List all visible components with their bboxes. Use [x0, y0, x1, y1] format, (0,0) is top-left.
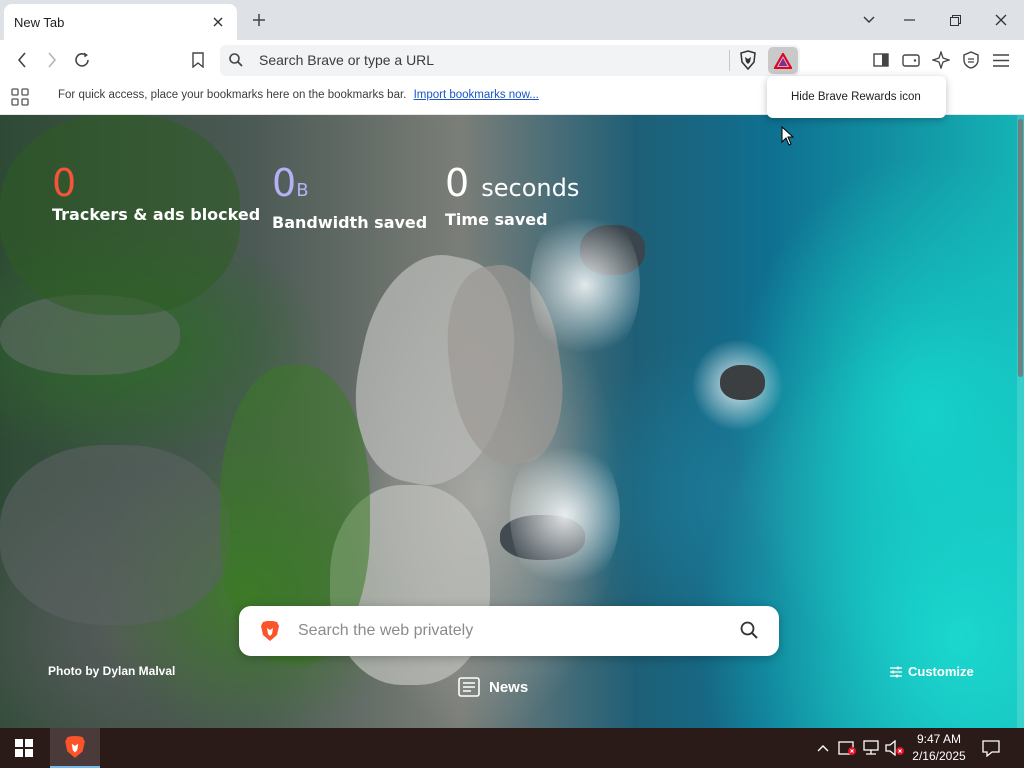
new-tab-page: 0 Trackers & ads blocked 0B Bandwidth sa… [0, 115, 1024, 728]
background-foam [530, 205, 640, 365]
scrollbar[interactable] [1017, 115, 1024, 728]
mouse-cursor-icon [781, 125, 795, 146]
time-label: Time saved [445, 210, 548, 229]
reload-button[interactable] [70, 48, 94, 72]
customize-label: Customize [908, 664, 974, 679]
bookmarks-hint-text: For quick access, place your bookmarks h… [58, 89, 407, 101]
brave-taskbar-app[interactable] [50, 728, 100, 768]
tab-strip: New Tab [0, 0, 1024, 40]
volume-muted-icon[interactable] [885, 738, 905, 758]
minimize-button[interactable] [886, 0, 932, 40]
bandwidth-count: 0 [272, 161, 297, 205]
bandwidth-stat: 0B Bandwidth saved [272, 163, 427, 232]
leo-ai-icon[interactable] [929, 48, 953, 72]
background-foam [510, 435, 620, 595]
photo-credit[interactable]: Photo by Dylan Malval [48, 664, 175, 678]
search-icon[interactable] [739, 620, 761, 642]
news-button[interactable]: News [458, 677, 528, 697]
web-search-box[interactable]: Search the web privately [239, 606, 779, 656]
trackers-label: Trackers & ads blocked [52, 205, 261, 224]
web-search-placeholder: Search the web privately [298, 622, 474, 639]
news-icon [458, 677, 480, 697]
taskbar-clock[interactable]: 9:47 AM 2/16/2025 [904, 731, 974, 765]
brave-logo-icon [260, 620, 280, 642]
bookmarks-hint: For quick access, place your bookmarks h… [58, 89, 539, 101]
close-tab-icon[interactable] [209, 13, 227, 31]
background-rock [0, 445, 230, 625]
bookmark-icon[interactable] [186, 48, 210, 72]
wallet-icon[interactable] [899, 48, 923, 72]
windows-logo-icon [15, 739, 33, 757]
apps-grid-icon[interactable] [11, 88, 29, 106]
time-unit: seconds [481, 174, 580, 202]
import-bookmarks-link[interactable]: Import bookmarks now... [414, 89, 539, 101]
vpn-icon[interactable] [959, 48, 983, 72]
scrollbar-thumb[interactable] [1018, 119, 1023, 377]
forward-button[interactable] [40, 48, 64, 72]
menu-icon[interactable] [989, 48, 1013, 72]
tab-title: New Tab [14, 14, 65, 30]
trackers-stat: 0 Trackers & ads blocked [52, 163, 260, 224]
clock-date: 2/16/2025 [912, 749, 966, 763]
close-window-button[interactable] [978, 0, 1024, 40]
time-count: 0 [445, 161, 470, 205]
network-icon[interactable] [861, 738, 881, 758]
settings-sliders-icon [890, 666, 902, 677]
bandwidth-unit: B [296, 180, 309, 201]
security-warning-icon[interactable] [837, 738, 857, 758]
customize-button[interactable]: Customize [890, 664, 974, 679]
menu-item-label: Hide Brave Rewards icon [791, 91, 921, 103]
search-icon [228, 52, 244, 68]
bandwidth-label: Bandwidth saved [272, 213, 428, 232]
restore-button[interactable] [932, 0, 978, 40]
address-bar[interactable]: Search Brave or type a URL [220, 45, 800, 76]
tab-new-tab[interactable]: New Tab [4, 4, 237, 40]
time-stat: 0 seconds Time saved [445, 163, 579, 229]
divider [729, 50, 730, 71]
start-button[interactable] [0, 728, 48, 768]
brave-logo-icon [65, 736, 85, 758]
background-rock [720, 365, 765, 400]
taskbar: 9:47 AM 2/16/2025 [0, 728, 1024, 768]
hide-rewards-menu-item[interactable]: Hide Brave Rewards icon [767, 76, 946, 118]
sidebar-toggle-icon[interactable] [869, 48, 893, 72]
brave-rewards-icon[interactable] [768, 47, 798, 74]
clock-time: 9:47 AM [916, 732, 962, 746]
trackers-count: 0 [52, 161, 77, 205]
back-button[interactable] [10, 48, 34, 72]
news-label: News [489, 678, 529, 696]
notifications-icon[interactable] [981, 738, 1001, 758]
address-bar-placeholder: Search Brave or type a URL [259, 52, 435, 68]
show-hidden-icons-chevron-icon[interactable] [813, 738, 833, 758]
new-tab-button[interactable] [248, 9, 270, 31]
brave-shields-icon[interactable] [737, 49, 759, 71]
